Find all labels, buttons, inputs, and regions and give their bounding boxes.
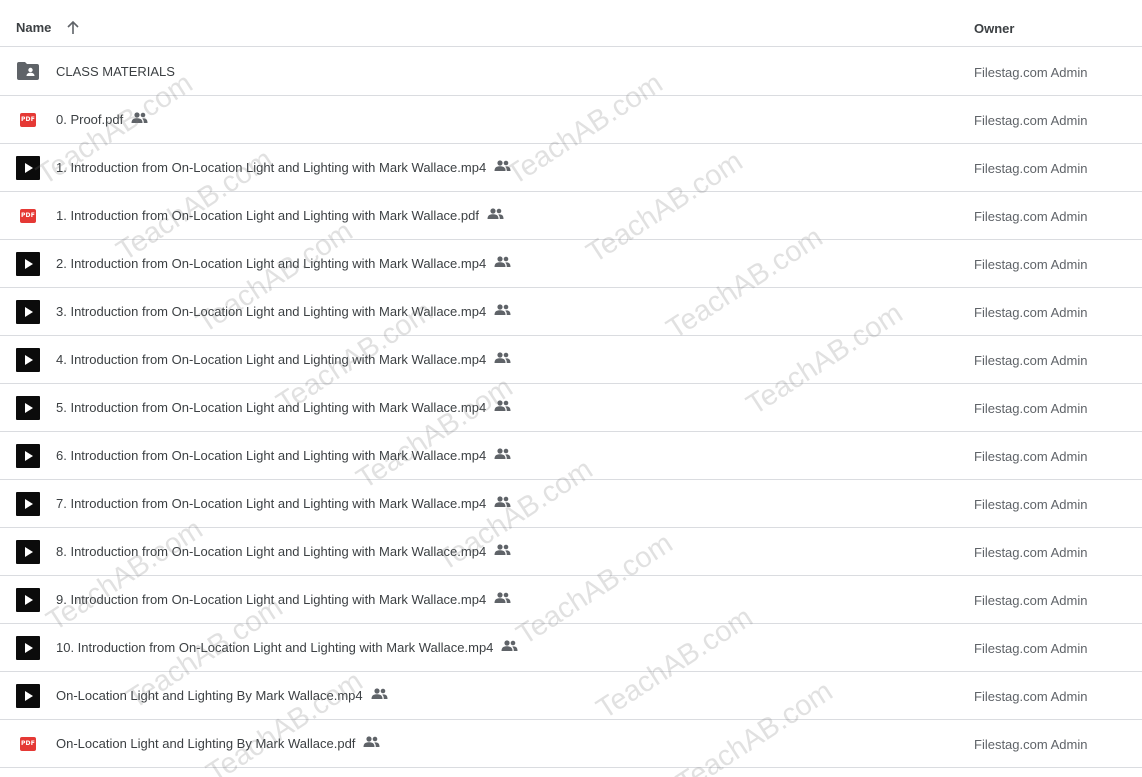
file-name-text: 4. Introduction from On-Location Light a… xyxy=(56,352,487,367)
file-owner: Filestag.com Admin xyxy=(974,257,1088,272)
file-owner: Filestag.com Admin xyxy=(974,65,1088,80)
file-name-text: 2. Introduction from On-Location Light a… xyxy=(56,256,487,271)
file-name-text: 8. Introduction from On-Location Light a… xyxy=(56,544,487,559)
file-name[interactable]: 1. Introduction from On-Location Light a… xyxy=(56,208,504,223)
shared-users-icon xyxy=(494,256,511,267)
file-row[interactable]: 4. Introduction from On-Location Light a… xyxy=(0,336,1142,384)
file-name[interactable]: 1. Introduction from On-Location Light a… xyxy=(56,160,511,175)
file-name[interactable]: 2. Introduction from On-Location Light a… xyxy=(56,256,511,271)
shared-users-icon xyxy=(494,448,511,459)
file-name[interactable]: 8. Introduction from On-Location Light a… xyxy=(56,544,511,559)
video-file-icon xyxy=(16,252,40,276)
shared-users-icon xyxy=(363,736,380,747)
video-file-icon xyxy=(16,492,40,516)
file-name-text: 9. Introduction from On-Location Light a… xyxy=(56,592,487,607)
file-name-text: 1. Introduction from On-Location Light a… xyxy=(56,208,479,223)
video-file-icon xyxy=(16,444,40,468)
file-name-text: 10. Introduction from On-Location Light … xyxy=(56,640,494,655)
file-name[interactable]: 9. Introduction from On-Location Light a… xyxy=(56,592,511,607)
file-row[interactable]: PDF 1. Introduction from On-Location Ligh… xyxy=(0,192,1142,240)
pdf-file-icon: PDF xyxy=(20,209,36,223)
shared-users-icon xyxy=(494,352,511,363)
file-name[interactable]: 5. Introduction from On-Location Light a… xyxy=(56,400,511,415)
file-owner: Filestag.com Admin xyxy=(974,113,1088,128)
file-row[interactable]: 10. Introduction from On-Location Light … xyxy=(0,624,1142,672)
list-header: Name Owner xyxy=(0,0,1142,47)
owner-column-header: Owner xyxy=(974,21,1015,36)
shared-users-icon xyxy=(494,496,511,507)
file-name[interactable]: 10. Introduction from On-Location Light … xyxy=(56,640,518,655)
pdf-file-icon: PDF xyxy=(20,737,36,751)
video-file-icon xyxy=(16,540,40,564)
shared-users-icon xyxy=(494,592,511,603)
file-owner: Filestag.com Admin xyxy=(974,449,1088,464)
video-file-icon xyxy=(16,636,40,660)
file-row[interactable]: PDF 0. Proof.pdf Filestag.com Admin xyxy=(0,96,1142,144)
file-name-text: 5. Introduction from On-Location Light a… xyxy=(56,400,487,415)
file-owner: Filestag.com Admin xyxy=(974,593,1088,608)
file-name[interactable]: 6. Introduction from On-Location Light a… xyxy=(56,448,511,463)
file-owner: Filestag.com Admin xyxy=(974,689,1088,704)
file-name[interactable]: 0. Proof.pdf xyxy=(56,112,148,127)
file-name-text: 0. Proof.pdf xyxy=(56,112,124,127)
file-name[interactable]: CLASS MATERIALS xyxy=(56,64,175,79)
file-name-text: CLASS MATERIALS xyxy=(56,64,175,79)
shared-users-icon xyxy=(371,688,388,699)
video-file-icon xyxy=(16,396,40,420)
arrow-up-icon[interactable] xyxy=(66,20,80,36)
file-row[interactable]: 3. Introduction from On-Location Light a… xyxy=(0,288,1142,336)
file-row[interactable]: 2. Introduction from On-Location Light a… xyxy=(0,240,1142,288)
file-row[interactable]: 8. Introduction from On-Location Light a… xyxy=(0,528,1142,576)
file-owner: Filestag.com Admin xyxy=(974,737,1088,752)
file-name-text: 6. Introduction from On-Location Light a… xyxy=(56,448,487,463)
video-file-icon xyxy=(16,588,40,612)
file-name-text: 7. Introduction from On-Location Light a… xyxy=(56,496,487,511)
file-owner: Filestag.com Admin xyxy=(974,209,1088,224)
video-file-icon xyxy=(16,348,40,372)
file-owner: Filestag.com Admin xyxy=(974,401,1088,416)
pdf-file-icon: PDF xyxy=(20,113,36,127)
file-owner: Filestag.com Admin xyxy=(974,161,1088,176)
file-row[interactable]: PDF On-Location Light and Lighting By Mar… xyxy=(0,720,1142,768)
file-name-text: On-Location Light and Lighting By Mark W… xyxy=(56,688,363,703)
shared-users-icon xyxy=(501,640,518,651)
file-row[interactable]: 7. Introduction from On-Location Light a… xyxy=(0,480,1142,528)
video-file-icon xyxy=(16,300,40,324)
file-name[interactable]: 3. Introduction from On-Location Light a… xyxy=(56,304,511,319)
file-list: CLASS MATERIALS Filestag.com Admin PDF 0. P… xyxy=(0,48,1142,768)
video-file-icon xyxy=(16,156,40,180)
file-name[interactable]: On-Location Light and Lighting By Mark W… xyxy=(56,688,388,703)
shared-users-icon xyxy=(494,400,511,411)
file-owner: Filestag.com Admin xyxy=(974,641,1088,656)
file-name[interactable]: On-Location Light and Lighting By Mark W… xyxy=(56,736,380,751)
shared-users-icon xyxy=(487,208,504,219)
file-row[interactable]: 6. Introduction from On-Location Light a… xyxy=(0,432,1142,480)
shared-users-icon xyxy=(494,304,511,315)
file-owner: Filestag.com Admin xyxy=(974,353,1088,368)
file-name-text: 3. Introduction from On-Location Light a… xyxy=(56,304,487,319)
file-name[interactable]: 4. Introduction from On-Location Light a… xyxy=(56,352,511,367)
shared-users-icon xyxy=(131,112,148,123)
file-owner: Filestag.com Admin xyxy=(974,545,1088,560)
file-owner: Filestag.com Admin xyxy=(974,305,1088,320)
file-name[interactable]: 7. Introduction from On-Location Light a… xyxy=(56,496,511,511)
file-row[interactable]: On-Location Light and Lighting By Mark W… xyxy=(0,672,1142,720)
video-file-icon xyxy=(16,684,40,708)
file-name-text: 1. Introduction from On-Location Light a… xyxy=(56,160,487,175)
shared-users-icon xyxy=(494,544,511,555)
file-row[interactable]: CLASS MATERIALS Filestag.com Admin xyxy=(0,48,1142,96)
file-row[interactable]: 9. Introduction from On-Location Light a… xyxy=(0,576,1142,624)
file-owner: Filestag.com Admin xyxy=(974,497,1088,512)
file-name-text: On-Location Light and Lighting By Mark W… xyxy=(56,736,356,751)
name-column-header[interactable]: Name xyxy=(16,20,51,35)
shared-folder-icon xyxy=(17,62,39,80)
shared-users-icon xyxy=(494,160,511,171)
file-row[interactable]: 5. Introduction from On-Location Light a… xyxy=(0,384,1142,432)
file-row[interactable]: 1. Introduction from On-Location Light a… xyxy=(0,144,1142,192)
